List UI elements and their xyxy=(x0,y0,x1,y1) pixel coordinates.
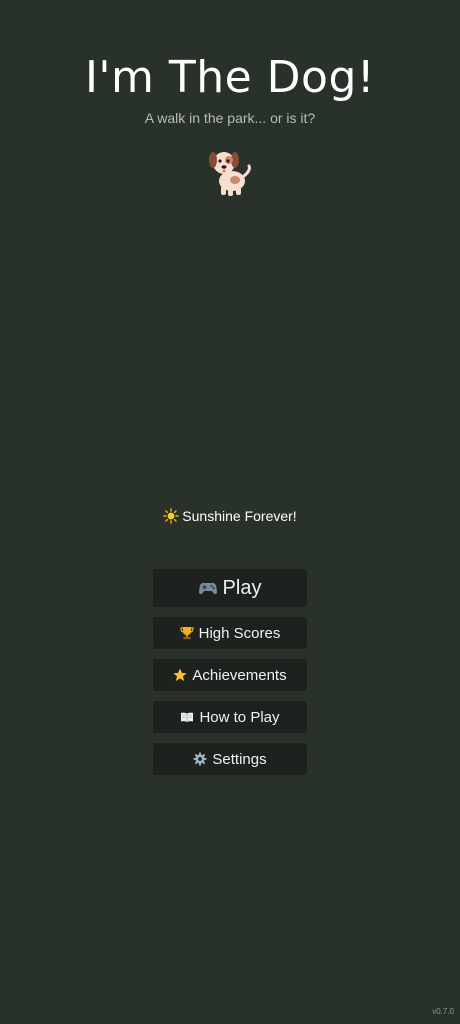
book-icon xyxy=(181,712,194,722)
dog-icon xyxy=(209,152,251,196)
game-title: I'm The Dog! xyxy=(84,52,376,103)
achievements-button[interactable]: Achievements xyxy=(153,659,307,691)
main-menu: Play High Scores Achievements How to Pla… xyxy=(153,569,307,785)
high-scores-button[interactable]: High Scores xyxy=(153,617,307,649)
weather-text: Sunshine Forever! xyxy=(182,508,297,524)
star-icon xyxy=(173,668,187,681)
trophy-icon xyxy=(180,627,194,640)
play-label: Play xyxy=(222,576,262,599)
play-button[interactable]: Play xyxy=(153,569,307,607)
settings-button[interactable]: Settings xyxy=(153,743,307,775)
settings-label: Settings xyxy=(212,750,267,768)
high-scores-label: High Scores xyxy=(198,624,281,642)
gamepad-icon xyxy=(198,583,217,594)
how-to-play-button[interactable]: How to Play xyxy=(153,701,307,733)
how-to-play-label: How to Play xyxy=(199,708,280,726)
gear-icon xyxy=(193,752,207,766)
game-subtitle: A walk in the park... or is it? xyxy=(144,110,316,126)
version-label: v0.7.0 xyxy=(432,1007,454,1016)
weather-status: Sunshine Forever! xyxy=(0,508,460,524)
achievements-label: Achievements xyxy=(192,666,287,684)
sun-icon xyxy=(163,508,179,524)
